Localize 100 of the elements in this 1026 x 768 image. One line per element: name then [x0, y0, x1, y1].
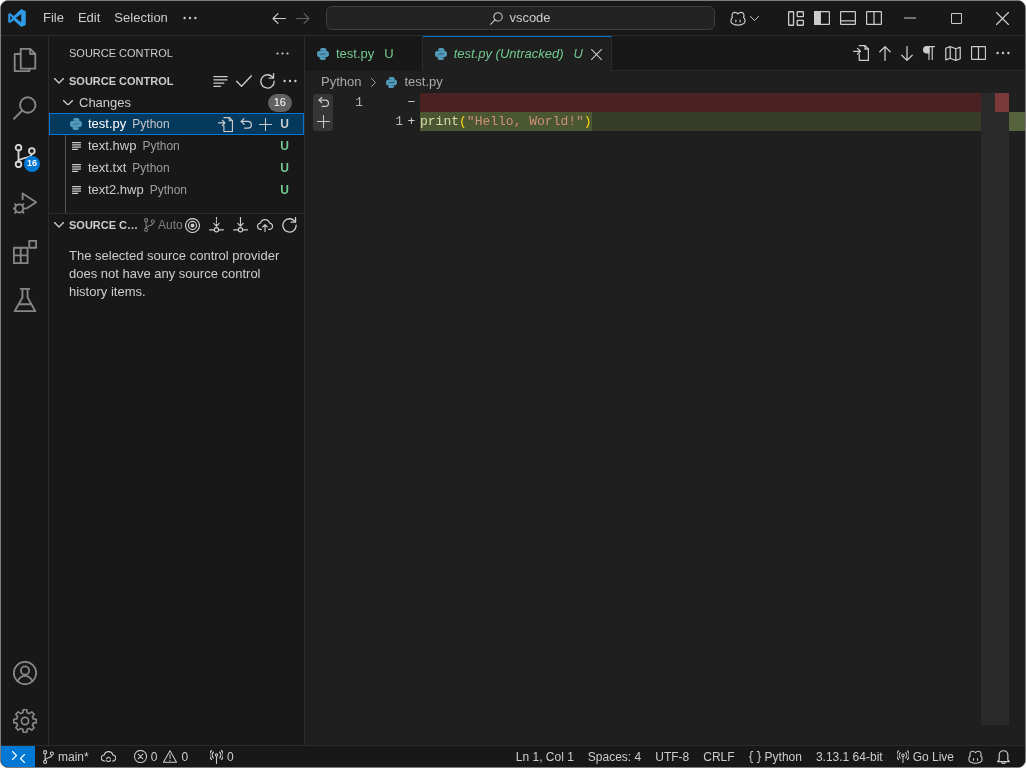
- run-debug-icon[interactable]: [12, 192, 37, 216]
- revert-icon[interactable]: [317, 97, 329, 109]
- status-letter: U: [280, 138, 289, 155]
- fetch-icon[interactable]: [209, 217, 224, 233]
- arrow-down-icon[interactable]: [901, 45, 913, 61]
- back-arrow-icon[interactable]: [272, 12, 286, 24]
- encoding-button[interactable]: UTF-8: [648, 746, 697, 767]
- list-view-icon[interactable]: [213, 75, 228, 87]
- warning-icon: [163, 750, 178, 763]
- more-icon[interactable]: [283, 79, 297, 83]
- section-header[interactable]: SOURCE CONTROL: [54, 72, 174, 90]
- file-list-item[interactable]: text.hwp Python U: [49, 135, 304, 157]
- refresh-icon[interactable]: [260, 73, 275, 89]
- status-letter: U: [280, 182, 289, 199]
- flask-icon[interactable]: [12, 288, 37, 312]
- status-letter: U: [384, 45, 394, 64]
- braces-icon: [748, 750, 761, 763]
- diff-marker: −: [406, 94, 417, 112]
- indentation-button[interactable]: Spaces: 4: [580, 746, 649, 767]
- chevron-right-icon: [371, 77, 377, 87]
- cursor-position-button[interactable]: Ln 1, Col 1: [508, 746, 581, 767]
- chevron-down-icon[interactable]: [63, 99, 73, 106]
- diff-marker: +: [406, 113, 417, 131]
- branch-button[interactable]: main*: [37, 746, 95, 767]
- extensions-icon[interactable]: [12, 240, 37, 264]
- discard-icon[interactable]: [240, 117, 252, 131]
- remote-button[interactable]: [1, 746, 35, 767]
- line-ending-button[interactable]: CRLF: [696, 746, 742, 767]
- changes-group[interactable]: Changes 16: [49, 92, 304, 113]
- account-icon[interactable]: [12, 661, 37, 685]
- map-icon[interactable]: [945, 45, 961, 61]
- target-icon[interactable]: [185, 217, 200, 233]
- breadcrumb-item[interactable]: Python: [321, 72, 362, 92]
- language-mode-button[interactable]: Python: [741, 746, 809, 767]
- maximize-icon[interactable]: [950, 12, 962, 24]
- open-file-icon[interactable]: [853, 45, 869, 61]
- removed-change-marker: [995, 93, 1009, 112]
- search-icon[interactable]: [12, 96, 37, 120]
- go-live-button[interactable]: Go Live: [889, 746, 961, 767]
- broadcast-icon: [896, 750, 909, 763]
- close-icon[interactable]: [591, 48, 603, 60]
- section-header[interactable]: SOURCE C…: [54, 216, 139, 234]
- interpreter-button[interactable]: 3.13.1 64-bit: [808, 746, 890, 767]
- file-description: Python: [142, 138, 180, 155]
- python-file-icon: [317, 48, 329, 60]
- menu-item[interactable]: Edit: [70, 1, 108, 35]
- breadcrumb-item[interactable]: test.py: [386, 72, 443, 92]
- secondary-sidebar-icon[interactable]: [866, 11, 882, 25]
- robot-icon[interactable]: [730, 10, 746, 26]
- bell-icon[interactable]: [997, 749, 1010, 764]
- chevron-down-icon[interactable]: [54, 78, 64, 84]
- python-file-icon: [434, 48, 447, 60]
- panel-toggle-icon[interactable]: [840, 11, 856, 25]
- editor-tab[interactable]: test.py U: [305, 36, 423, 71]
- chevron-down-icon[interactable]: [750, 15, 759, 21]
- cloud-upload-icon[interactable]: [257, 218, 273, 232]
- more-icon[interactable]: [182, 16, 197, 20]
- file-list-item[interactable]: test.py Python U: [49, 113, 304, 135]
- refresh-icon[interactable]: [282, 217, 297, 233]
- count-badge: 16: [267, 93, 292, 112]
- command-center[interactable]: vscode: [326, 6, 715, 30]
- more-icon[interactable]: [996, 51, 1010, 55]
- menu-item[interactable]: File: [36, 1, 71, 35]
- file-name: text.hwp: [88, 137, 137, 156]
- branch-icon: [144, 218, 156, 232]
- pilcrow-icon[interactable]: [923, 46, 935, 60]
- source-control-icon[interactable]: [12, 144, 37, 168]
- status-letter: U: [280, 116, 289, 133]
- line-number: 1: [394, 113, 403, 131]
- robot-icon[interactable]: [968, 749, 983, 764]
- branch-icon: [43, 749, 54, 764]
- plus-icon[interactable]: [316, 115, 330, 128]
- ports-button[interactable]: 0: [204, 746, 240, 767]
- remote-icon: [11, 750, 25, 763]
- sidebar-title: SOURCE CONTROL: [69, 45, 173, 61]
- branch-filter-button[interactable]: Auto: [144, 216, 183, 234]
- file-lines-icon: [71, 142, 81, 150]
- file-name: text.txt: [88, 159, 127, 178]
- split-editor-icon[interactable]: [971, 46, 986, 60]
- editor-tab[interactable]: test.py (Untracked) U: [422, 36, 612, 71]
- layout-icon[interactable]: [788, 10, 804, 26]
- files-icon[interactable]: [12, 48, 37, 72]
- pull-icon[interactable]: [233, 217, 248, 233]
- check-icon[interactable]: [236, 75, 252, 87]
- open-file-icon[interactable]: [218, 116, 233, 132]
- chevron-down-icon[interactable]: [54, 222, 64, 228]
- python-file-icon: [70, 118, 82, 130]
- file-list-item[interactable]: text.txt Python U: [49, 157, 304, 179]
- cloud-sync-icon[interactable]: [100, 751, 116, 762]
- settings-icon[interactable]: [12, 709, 37, 733]
- file-list-item[interactable]: text2.hwp Python U: [49, 179, 304, 201]
- more-icon[interactable]: [276, 51, 289, 55]
- arrow-up-icon[interactable]: [879, 45, 891, 61]
- sidebar-toggle-icon[interactable]: [814, 11, 830, 25]
- menu-item[interactable]: Selection: [107, 1, 175, 35]
- problems-button[interactable]: 0 0: [127, 746, 195, 767]
- status-letter: U: [573, 45, 583, 64]
- close-icon[interactable]: [995, 11, 1009, 25]
- plus-icon[interactable]: [259, 117, 272, 131]
- antenna-icon: [210, 749, 224, 764]
